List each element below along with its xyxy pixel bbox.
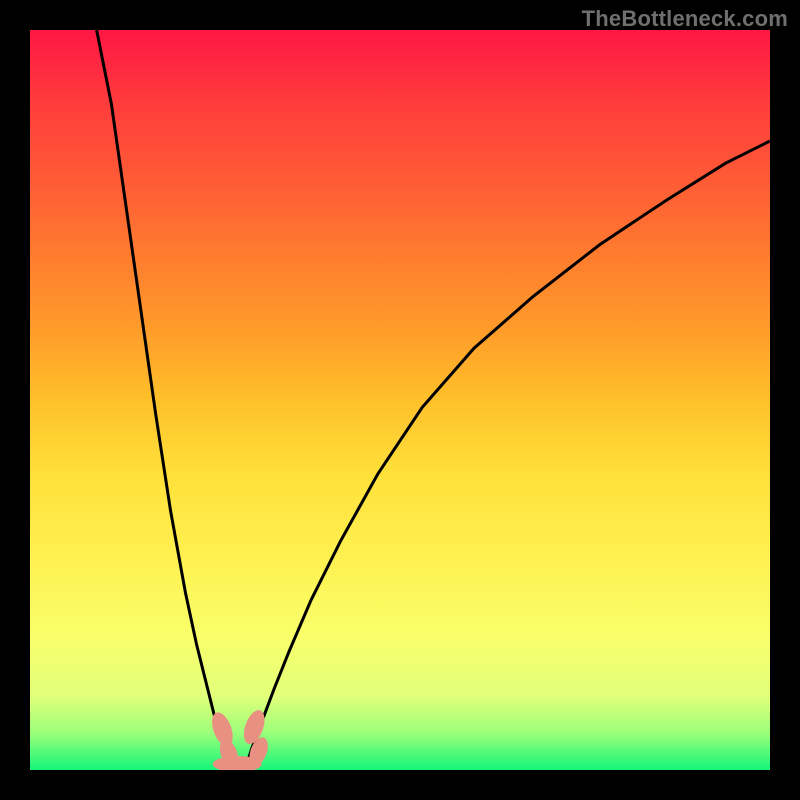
curve-left bbox=[97, 30, 236, 766]
plot-area bbox=[30, 30, 770, 770]
outer-frame: TheBottleneck.com bbox=[0, 0, 800, 800]
marker-layer bbox=[208, 707, 271, 770]
curve-svg bbox=[30, 30, 770, 770]
watermark-text: TheBottleneck.com bbox=[582, 6, 788, 32]
curve-right bbox=[246, 141, 770, 766]
